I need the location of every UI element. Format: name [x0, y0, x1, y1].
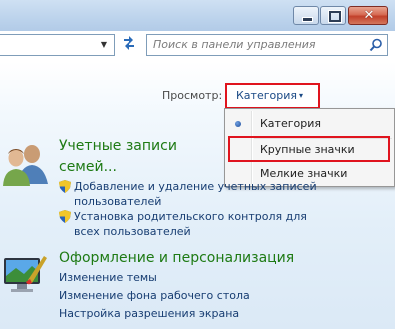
menu-item-category[interactable]: Категория	[227, 113, 392, 135]
close-button[interactable]: ✕	[348, 6, 388, 25]
address-bar[interactable]: ▼	[0, 34, 115, 56]
refresh-button[interactable]	[118, 35, 140, 55]
close-icon: ✕	[363, 8, 375, 23]
category-appearance-title[interactable]: Оформление и персонализация	[59, 248, 294, 269]
link-adjust-screen-resolution[interactable]: Настройка разрешения экрана	[59, 306, 239, 321]
view-by-current: Категория	[236, 89, 297, 102]
refresh-icon	[124, 36, 134, 50]
minimize-icon	[302, 17, 313, 22]
appearance-icon[interactable]	[2, 252, 48, 299]
maximize-icon	[328, 10, 342, 23]
chevron-down-icon[interactable]: ▼	[95, 35, 113, 55]
search-input[interactable]: Поиск в панели управления	[146, 34, 388, 56]
view-by-dropdown[interactable]: Категория ▾	[225, 83, 320, 109]
minimize-button[interactable]	[293, 6, 319, 25]
chevron-down-icon: ▾	[299, 91, 304, 100]
link-add-remove-accounts[interactable]: Добавление и удаление учетных записей	[74, 179, 317, 194]
search-placeholder: Поиск в панели управления	[153, 38, 316, 51]
link-change-theme[interactable]: Изменение темы	[59, 270, 157, 285]
category-user-accounts-title-cont[interactable]: семей...	[59, 157, 117, 178]
view-by-label: Просмотр:	[162, 89, 223, 102]
maximize-button[interactable]	[320, 6, 346, 25]
search-icon[interactable]	[369, 38, 383, 52]
users-icon[interactable]	[2, 140, 52, 189]
link-add-remove-accounts-cont[interactable]: пользователей	[74, 194, 161, 209]
window-title-bar: ✕	[0, 0, 395, 31]
shield-icon	[59, 210, 71, 223]
radio-selected-icon	[235, 121, 241, 127]
link-parental-controls[interactable]: Установка родительского контроля для	[74, 209, 307, 224]
highlight-box	[228, 136, 390, 162]
category-user-accounts-title[interactable]: Учетные записи	[59, 136, 177, 157]
menu-item-label: Категория	[260, 117, 321, 130]
shield-icon	[59, 180, 71, 193]
link-parental-controls-cont[interactable]: всех пользователей	[74, 224, 191, 239]
link-change-desktop-background[interactable]: Изменение фона рабочего стола	[59, 288, 250, 303]
